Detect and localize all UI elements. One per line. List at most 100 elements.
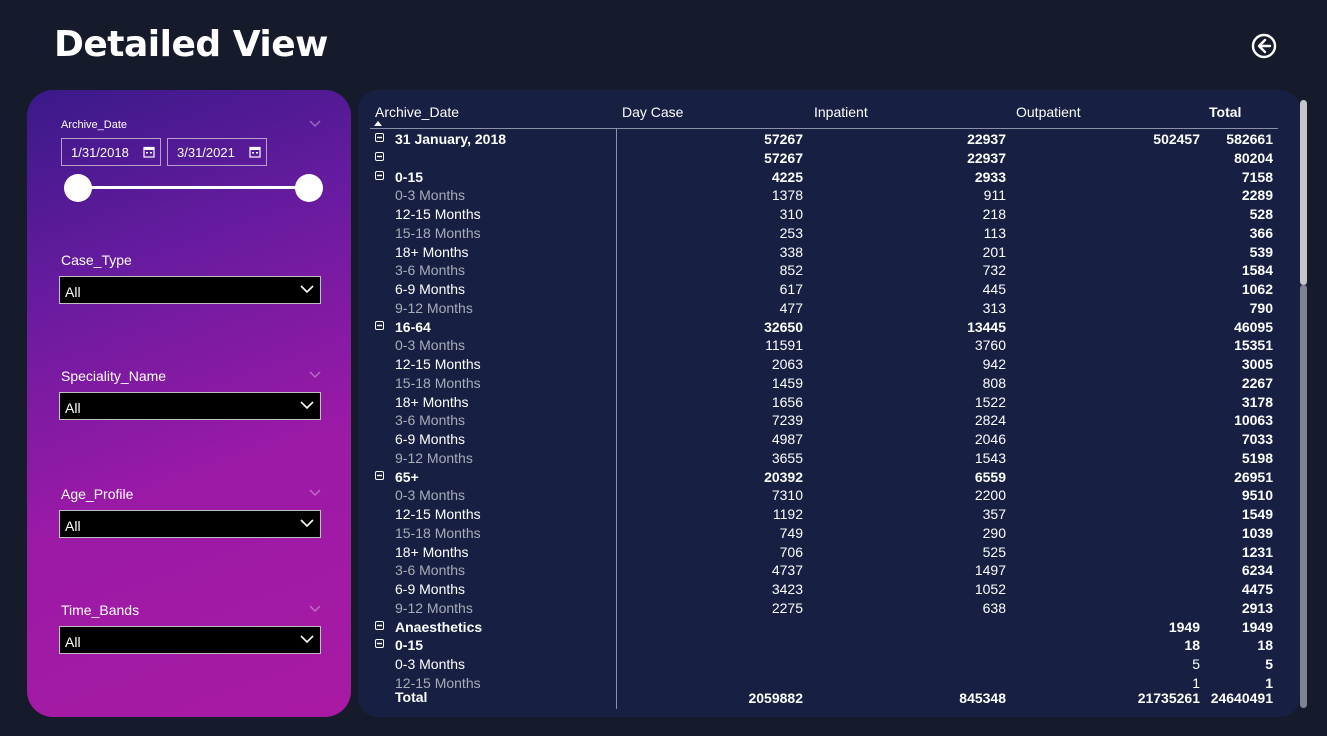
table-row[interactable]: 18+ Months 338 201 539 [358, 243, 1300, 262]
scrollbar-thumb[interactable] [1300, 100, 1307, 285]
cell-total: 1039 [1241, 524, 1273, 541]
table-row[interactable]: 9-12 Months 2275 638 2913 [358, 599, 1300, 618]
back-arrow-circle-icon[interactable] [1251, 33, 1277, 59]
table-row[interactable]: 6-9 Months 617 445 1062 [358, 280, 1300, 299]
speciality-name-dropdown[interactable]: All [59, 392, 321, 420]
table-row[interactable]: 6-9 Months 3423 1052 4475 [358, 580, 1300, 599]
age-profile-dropdown[interactable]: All [59, 510, 321, 538]
table-row[interactable]: 18+ Months 706 525 1231 [358, 543, 1300, 562]
cell-day-case: 4737 [771, 562, 803, 579]
cell-day-case: 1656 [771, 393, 803, 410]
table-row[interactable]: 6-9 Months 4987 2046 7033 [358, 430, 1300, 449]
header-day-case[interactable]: Day Case [622, 104, 683, 120]
sort-ascending-icon[interactable] [374, 121, 382, 126]
page-title: Detailed View [54, 24, 328, 65]
cell-total: 5 [1265, 656, 1273, 672]
table-row[interactable]: 31 January, 2018 57267 22937 502457 582661 [358, 130, 1300, 149]
calendar-icon[interactable] [143, 146, 155, 158]
chevron-down-icon[interactable] [309, 605, 321, 613]
total-label: Total [395, 689, 428, 705]
table-row[interactable]: 18+ Months 1656 1522 3178 [358, 393, 1300, 412]
collapse-icon[interactable] [375, 133, 384, 142]
cell-day-case: 253 [779, 224, 803, 241]
collapse-icon[interactable] [375, 620, 384, 630]
table-row[interactable]: 0-15 18 18 [358, 636, 1300, 655]
cell-inpatient: 2933 [974, 168, 1006, 185]
collapse-icon[interactable] [375, 470, 384, 480]
total-outpatient: 21735261 [1137, 690, 1200, 706]
cell-total: 790 [1249, 299, 1273, 316]
table-row[interactable]: 3-6 Months 852 732 1584 [358, 261, 1300, 280]
table-row[interactable]: 12-15 Months 1192 357 1549 [358, 505, 1300, 524]
cell-total: 26951 [1234, 468, 1273, 485]
cell-inpatient: 732 [982, 262, 1006, 279]
table-row[interactable]: 3-6 Months 4737 1497 6234 [358, 561, 1300, 580]
cell-total: 5198 [1241, 449, 1273, 466]
chevron-down-icon[interactable] [309, 489, 321, 497]
table-row[interactable]: 0-3 Months 5 5 [358, 655, 1300, 674]
row-label: 15-18 Months [395, 374, 481, 391]
chevron-down-icon [300, 519, 314, 528]
header-outpatient[interactable]: Outpatient [1016, 104, 1081, 120]
table-row[interactable]: Anaesthetics 1949 1949 [358, 618, 1300, 637]
cell-total: 528 [1249, 206, 1273, 222]
cell-day-case: 57267 [764, 131, 803, 147]
vertical-scrollbar[interactable] [1300, 100, 1307, 708]
collapse-icon[interactable] [375, 320, 384, 330]
end-date-input[interactable]: 3/31/2021 [167, 138, 267, 166]
case-type-dropdown[interactable]: All [59, 276, 321, 304]
time-bands-value: All [65, 634, 81, 650]
table-row[interactable]: 57267 22937 80204 [358, 149, 1300, 168]
chevron-down-icon[interactable] [309, 120, 321, 128]
cell-total: 3178 [1241, 393, 1273, 410]
scrollbar-track[interactable] [1300, 285, 1307, 708]
date-slider-start-handle[interactable] [64, 174, 92, 202]
row-label: 0-3 Months [395, 337, 466, 354]
cell-day-case: 477 [779, 299, 803, 316]
cell-inpatient: 808 [982, 374, 1006, 391]
table-row[interactable]: 0-3 Months 11591 3760 15351 [358, 336, 1300, 355]
header-archive-date[interactable]: Archive_Date [375, 104, 459, 120]
cell-inpatient: 6559 [974, 468, 1006, 485]
header-inpatient[interactable]: Inpatient [814, 104, 868, 120]
row-label: 65+ [395, 468, 419, 485]
collapse-icon[interactable] [375, 151, 384, 161]
table-row[interactable]: 16-64 32650 13445 46095 [358, 318, 1300, 337]
table-row[interactable]: 9-12 Months 3655 1543 5198 [358, 449, 1300, 468]
table-row[interactable]: 15-18 Months 749 290 1039 [358, 524, 1300, 543]
table-row[interactable]: 9-12 Months 477 313 790 [358, 299, 1300, 318]
row-label: 12-15 Months [395, 506, 481, 522]
table-row[interactable]: 65+ 20392 6559 26951 [358, 468, 1300, 487]
total-day-case: 2059882 [748, 690, 803, 706]
time-bands-dropdown[interactable]: All [59, 626, 321, 654]
table-row[interactable]: 15-18 Months 253 113 366 [358, 224, 1300, 243]
table-row[interactable]: 12-15 Months 2063 942 3005 [358, 355, 1300, 374]
cell-total: 18 [1257, 637, 1273, 654]
cell-day-case: 1378 [771, 187, 803, 204]
cell-inpatient: 525 [982, 543, 1006, 560]
table-row[interactable]: 15-18 Months 1459 808 2267 [358, 374, 1300, 393]
row-label: 3-6 Months [395, 562, 466, 579]
start-date-input[interactable]: 1/31/2018 [61, 138, 161, 166]
cell-total: 15351 [1234, 337, 1273, 354]
table-row[interactable]: 0-15 4225 2933 7158 [358, 168, 1300, 187]
row-label: 9-12 Months [395, 599, 473, 616]
header-total[interactable]: Total [1209, 104, 1241, 120]
cell-total: 582661 [1226, 131, 1273, 147]
row-label: 0-3 Months [395, 487, 466, 504]
calendar-icon[interactable] [249, 146, 261, 158]
row-label: 6-9 Months [395, 281, 466, 297]
cell-day-case: 749 [779, 524, 803, 541]
table-row[interactable]: 0-3 Months 7310 2200 9510 [358, 486, 1300, 505]
date-range-slider-track[interactable] [77, 186, 309, 189]
table-row[interactable]: 0-3 Months 1378 911 2289 [358, 186, 1300, 205]
collapse-icon[interactable] [375, 170, 384, 180]
cell-inpatient: 1497 [974, 562, 1006, 579]
cell-day-case: 1459 [771, 374, 803, 391]
table-row[interactable]: 3-6 Months 7239 2824 10063 [358, 411, 1300, 430]
collapse-icon[interactable] [375, 639, 384, 649]
table-row[interactable]: 12-15 Months 310 218 528 [358, 205, 1300, 224]
cell-total: 4475 [1241, 581, 1273, 597]
date-slider-end-handle[interactable] [295, 174, 323, 202]
chevron-down-icon[interactable] [309, 371, 321, 379]
